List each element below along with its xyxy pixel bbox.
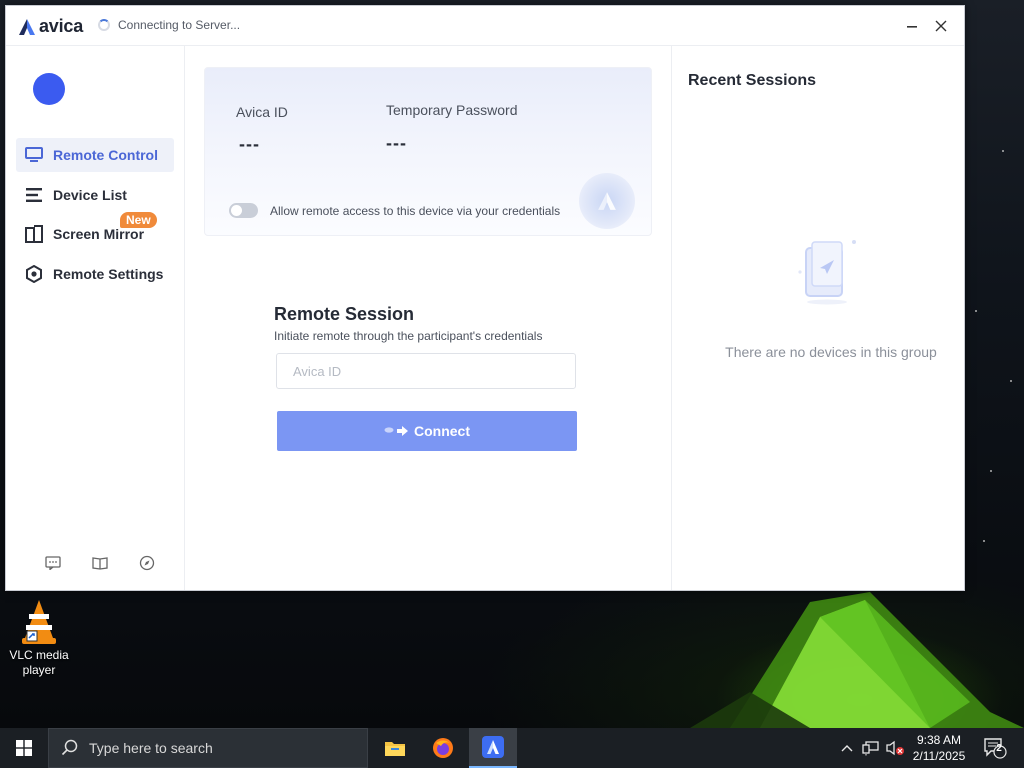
app-logo: avica: [18, 16, 83, 37]
file-explorer-icon: [385, 742, 405, 756]
avica-watermark-icon: [579, 173, 635, 229]
recent-sessions-title: Recent Sessions: [688, 72, 817, 89]
chevron-up-icon: [841, 745, 853, 752]
avica-icon: [482, 736, 504, 758]
clock-time: 9:38 AM: [916, 733, 962, 747]
monitor-icon: [24, 145, 44, 165]
empty-state-text: There are no devices in this group: [725, 344, 937, 360]
desktop-icon-vlc[interactable]: VLC media player: [4, 598, 74, 688]
main-panel: Avica ID --- Temporary Password --- Allo…: [186, 46, 670, 590]
temporary-password-label: Temporary Password: [386, 102, 518, 118]
volume-button[interactable]: [884, 728, 906, 768]
taskbar-file-explorer[interactable]: [371, 728, 419, 768]
vlc-icon: [22, 600, 56, 644]
list-icon: [24, 185, 44, 205]
connect-label: Connect: [414, 423, 470, 439]
recent-sessions-panel: Recent Sessions There are no devices in …: [671, 46, 964, 590]
close-icon: [935, 20, 947, 32]
tent-image: [690, 592, 1024, 728]
avatar[interactable]: [33, 73, 65, 105]
connection-status: Connecting to Server...: [98, 18, 240, 32]
sidebar-item-device-list[interactable]: Device List: [16, 178, 174, 212]
remote-session-subtitle: Initiate remote through the participant'…: [274, 329, 543, 343]
remote-session-title: Remote Session: [274, 304, 415, 324]
temporary-password-value[interactable]: ---: [386, 133, 407, 154]
start-button[interactable]: [0, 728, 48, 768]
sidebar: Remote Control Device List Screen Mirror…: [6, 46, 185, 590]
app-name: avica: [39, 16, 84, 36]
sidebar-item-remote-settings[interactable]: Remote Settings: [16, 257, 174, 291]
sidebar-item-label: Remote Control: [53, 147, 158, 163]
search-placeholder: Type here to search: [89, 740, 213, 756]
empty-devices-icon: [798, 240, 856, 305]
guide-book-icon[interactable]: [91, 554, 109, 572]
network-status-button[interactable]: [860, 728, 882, 768]
avica-id-input[interactable]: [276, 353, 576, 389]
feedback-icon[interactable]: [44, 554, 62, 572]
screen-mirror-icon: [24, 224, 44, 244]
show-hidden-icons-button[interactable]: [838, 728, 856, 768]
notification-count: 2: [996, 743, 1002, 754]
sidebar-item-remote-control[interactable]: Remote Control: [16, 138, 174, 172]
sidebar-item-label: Screen Mirror: [53, 226, 145, 242]
avica-window: avica Connecting to Server... Remote Con…: [5, 5, 965, 591]
network-icon: [862, 741, 879, 756]
allow-access-toggle[interactable]: [229, 203, 258, 218]
sidebar-item-label: Remote Settings: [53, 266, 164, 282]
compass-icon[interactable]: [138, 554, 156, 572]
device-id-card: Avica ID --- Temporary Password --- Allo…: [204, 67, 652, 236]
settings-hexagon-icon: [24, 264, 44, 284]
status-text: Connecting to Server...: [118, 18, 241, 32]
taskbar-firefox[interactable]: [419, 728, 467, 768]
allow-access-row: Allow remote access to this device via y…: [229, 203, 560, 218]
loading-spinner-icon: [98, 19, 110, 31]
volume-muted-icon: [886, 740, 904, 756]
search-icon: [61, 739, 78, 756]
windows-icon: [16, 740, 32, 756]
sidebar-footer: [44, 554, 156, 572]
taskbar-search-box[interactable]: Type here to search: [48, 728, 368, 768]
firefox-icon: [433, 738, 453, 758]
sidebar-item-label: Device List: [53, 187, 127, 203]
title-bar: avica Connecting to Server...: [6, 6, 964, 46]
connect-arrow-icon: [384, 426, 408, 436]
minimize-icon: [907, 26, 917, 28]
taskbar-avica[interactable]: [469, 728, 517, 768]
avica-id-label: Avica ID: [236, 104, 288, 120]
avica-id-value[interactable]: ---: [239, 134, 260, 155]
taskbar-clock[interactable]: 9:38 AM 2/11/2025: [904, 732, 974, 764]
notification-center-button[interactable]: 2: [978, 728, 1012, 768]
connect-button[interactable]: Connect: [277, 411, 577, 451]
taskbar: Type here to search 9:38 AM 2/11/2025 2: [0, 728, 1024, 768]
close-button[interactable]: [930, 16, 952, 36]
desktop-icon-label: VLC media player: [9, 648, 69, 677]
new-badge: New: [120, 212, 157, 228]
clock-date: 2/11/2025: [912, 749, 966, 763]
minimize-button[interactable]: [901, 16, 923, 36]
avica-logo-icon: [19, 18, 35, 35]
allow-access-label: Allow remote access to this device via y…: [270, 203, 561, 218]
